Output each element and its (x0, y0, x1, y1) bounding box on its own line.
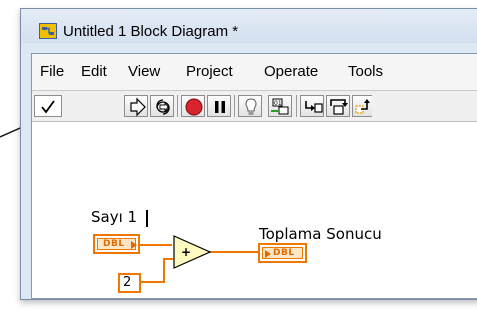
menu-edit[interactable]: Edit (81, 63, 107, 80)
indicator-type: DBL (273, 248, 295, 258)
client-area: File Edit View Project Operate Tools 01 … (31, 53, 477, 299)
menu-operate[interactable]: Operate (264, 63, 318, 80)
run-arrow-icon (130, 97, 146, 117)
indicator-label[interactable]: Toplama Sonucu (259, 225, 382, 243)
toolbar: 01 (32, 91, 477, 122)
control-terminal[interactable]: DBL (93, 234, 140, 254)
retain-wire-values-button[interactable]: 01 (268, 95, 292, 117)
menu-project[interactable]: Project (186, 63, 233, 80)
menu-file[interactable]: File (40, 63, 64, 80)
block-diagram-canvas[interactable]: Sayı 1 DBL + Toplama Sonucu DBL 2 (32, 122, 477, 298)
control-arrow-icon (131, 241, 137, 249)
checkmark-icon (41, 100, 55, 114)
retain-wire-values-icon: 01 (271, 98, 289, 115)
step-out-icon (355, 99, 370, 114)
run-continuously-icon (156, 99, 170, 115)
title-bar: Untitled 1 Block Diagram * (21, 9, 477, 43)
step-out-button[interactable] (352, 95, 372, 117)
abort-button[interactable] (181, 95, 205, 117)
add-function[interactable]: + (172, 234, 214, 270)
indicator-arrow-icon (265, 250, 271, 258)
control-label[interactable]: Sayı 1 (91, 208, 137, 226)
step-into-icon (305, 101, 323, 113)
run-button[interactable] (124, 95, 148, 117)
highlight-execution-button[interactable] (238, 95, 262, 117)
indicator-terminal[interactable]: DBL (258, 243, 307, 263)
block-diagram-window: Untitled 1 Block Diagram * File Edit Vie… (20, 8, 477, 300)
step-into-button[interactable] (300, 95, 324, 117)
highlight-execution-icon (245, 98, 257, 115)
block-diagram-icon (39, 23, 57, 39)
step-over-button[interactable] (326, 95, 350, 117)
add-symbol: + (181, 245, 191, 259)
menu-bar: File Edit View Project Operate Tools (32, 54, 477, 91)
step-over-icon (330, 99, 348, 115)
menu-tools[interactable]: Tools (348, 63, 383, 80)
pause-button[interactable] (207, 95, 231, 117)
checkmark-button[interactable] (34, 95, 62, 117)
wire-constant-to-add (140, 258, 173, 283)
numeric-constant[interactable]: 2 (118, 273, 141, 293)
text-cursor (146, 210, 148, 227)
window-title: Untitled 1 Block Diagram * (63, 23, 239, 40)
pause-icon (215, 101, 225, 113)
svg-text:01: 01 (274, 100, 282, 107)
abort-icon (185, 98, 203, 116)
run-continuously-button[interactable] (150, 95, 174, 117)
control-type: DBL (103, 239, 125, 249)
menu-view[interactable]: View (128, 63, 160, 80)
